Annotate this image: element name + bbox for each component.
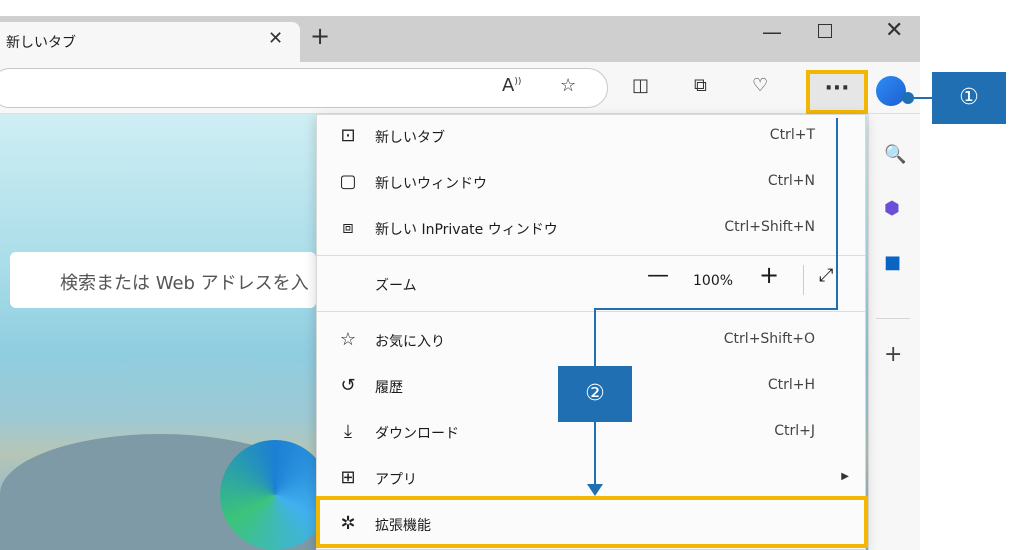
connector-vertical-left-bottom [594,422,596,486]
menu-separator [317,311,865,312]
split-screen-icon[interactable]: ◫ [632,77,649,95]
edge-logo-icon [220,440,330,550]
outside-area [920,114,1010,550]
instruction-text-strip [0,0,1010,16]
menu-item-favorites[interactable]: ☆ お気に入り Ctrl+Shift+O [317,319,865,363]
history-icon: ↺ [340,375,356,396]
connector-vertical-right [836,118,838,308]
connector-horizontal [594,308,838,310]
new-window-icon: ▢ [339,171,357,192]
menu-item-new-window[interactable]: ▢ 新しいウィンドウ Ctrl+N [317,161,865,205]
menu-item-new-tab[interactable]: ⊡ 新しいタブ Ctrl+T [317,115,865,159]
arrowhead-icon [587,484,603,496]
browser-essentials-icon[interactable]: ♡ [752,77,768,95]
download-icon: ⤓ [344,421,352,442]
callout-1-dot [902,92,914,104]
callout-2: ② [558,366,632,422]
minimize-icon[interactable]: — [762,22,782,42]
apps-icon: ⊞ [340,467,356,488]
zoom-in-button[interactable]: + [759,263,779,287]
zoom-out-button[interactable]: — [647,265,669,287]
search-placeholder: 検索または Web アドレスを入 [60,273,309,294]
favorites-icon: ☆ [339,329,357,350]
read-aloud-icon[interactable]: A)) [502,77,521,95]
window-close-icon[interactable]: ✕ [885,20,903,42]
new-tab-plus-icon[interactable]: + [310,24,330,48]
sidebar-divider [876,318,910,319]
close-icon[interactable]: ✕ [268,28,283,49]
add-sidebar-icon[interactable]: + [884,344,902,366]
zoom-divider [803,265,804,295]
submenu-arrow-icon: ▶ [841,471,849,482]
zoom-label: ズーム [375,278,417,294]
microsoft365-icon[interactable]: ⬢ [884,200,900,218]
browser-tab[interactable]: 新しいタブ ✕ [0,22,300,62]
inprivate-icon: ⧈ [342,217,354,238]
sidebar [868,114,920,550]
menu-item-inprivate[interactable]: ⧈ 新しい InPrivate ウィンドウ Ctrl+Shift+N [317,207,865,251]
tab-title: 新しいタブ [6,35,76,51]
connector-vertical-left-top [594,308,596,366]
new-tab-icon: ⊡ [340,125,356,146]
maximize-icon[interactable] [818,24,832,38]
outlook-icon[interactable]: ■ [884,254,901,272]
fullscreen-icon[interactable]: ⤢ [819,267,833,285]
settings-and-more-button[interactable]: ··· [806,70,868,114]
menu-item-zoom: ズーム [317,263,865,307]
copilot-icon[interactable] [876,76,906,106]
menu-separator [317,255,865,256]
zoom-value: 100% [693,273,734,289]
callout-1: ① [932,72,1006,124]
extensions-highlight-box [316,496,868,548]
favorite-star-icon[interactable]: ☆ [560,77,576,95]
collections-icon[interactable]: ⧉ [694,77,707,95]
search-box[interactable]: 検索または Web アドレスを入 [10,252,316,308]
search-icon[interactable]: 🔍 [884,146,906,164]
